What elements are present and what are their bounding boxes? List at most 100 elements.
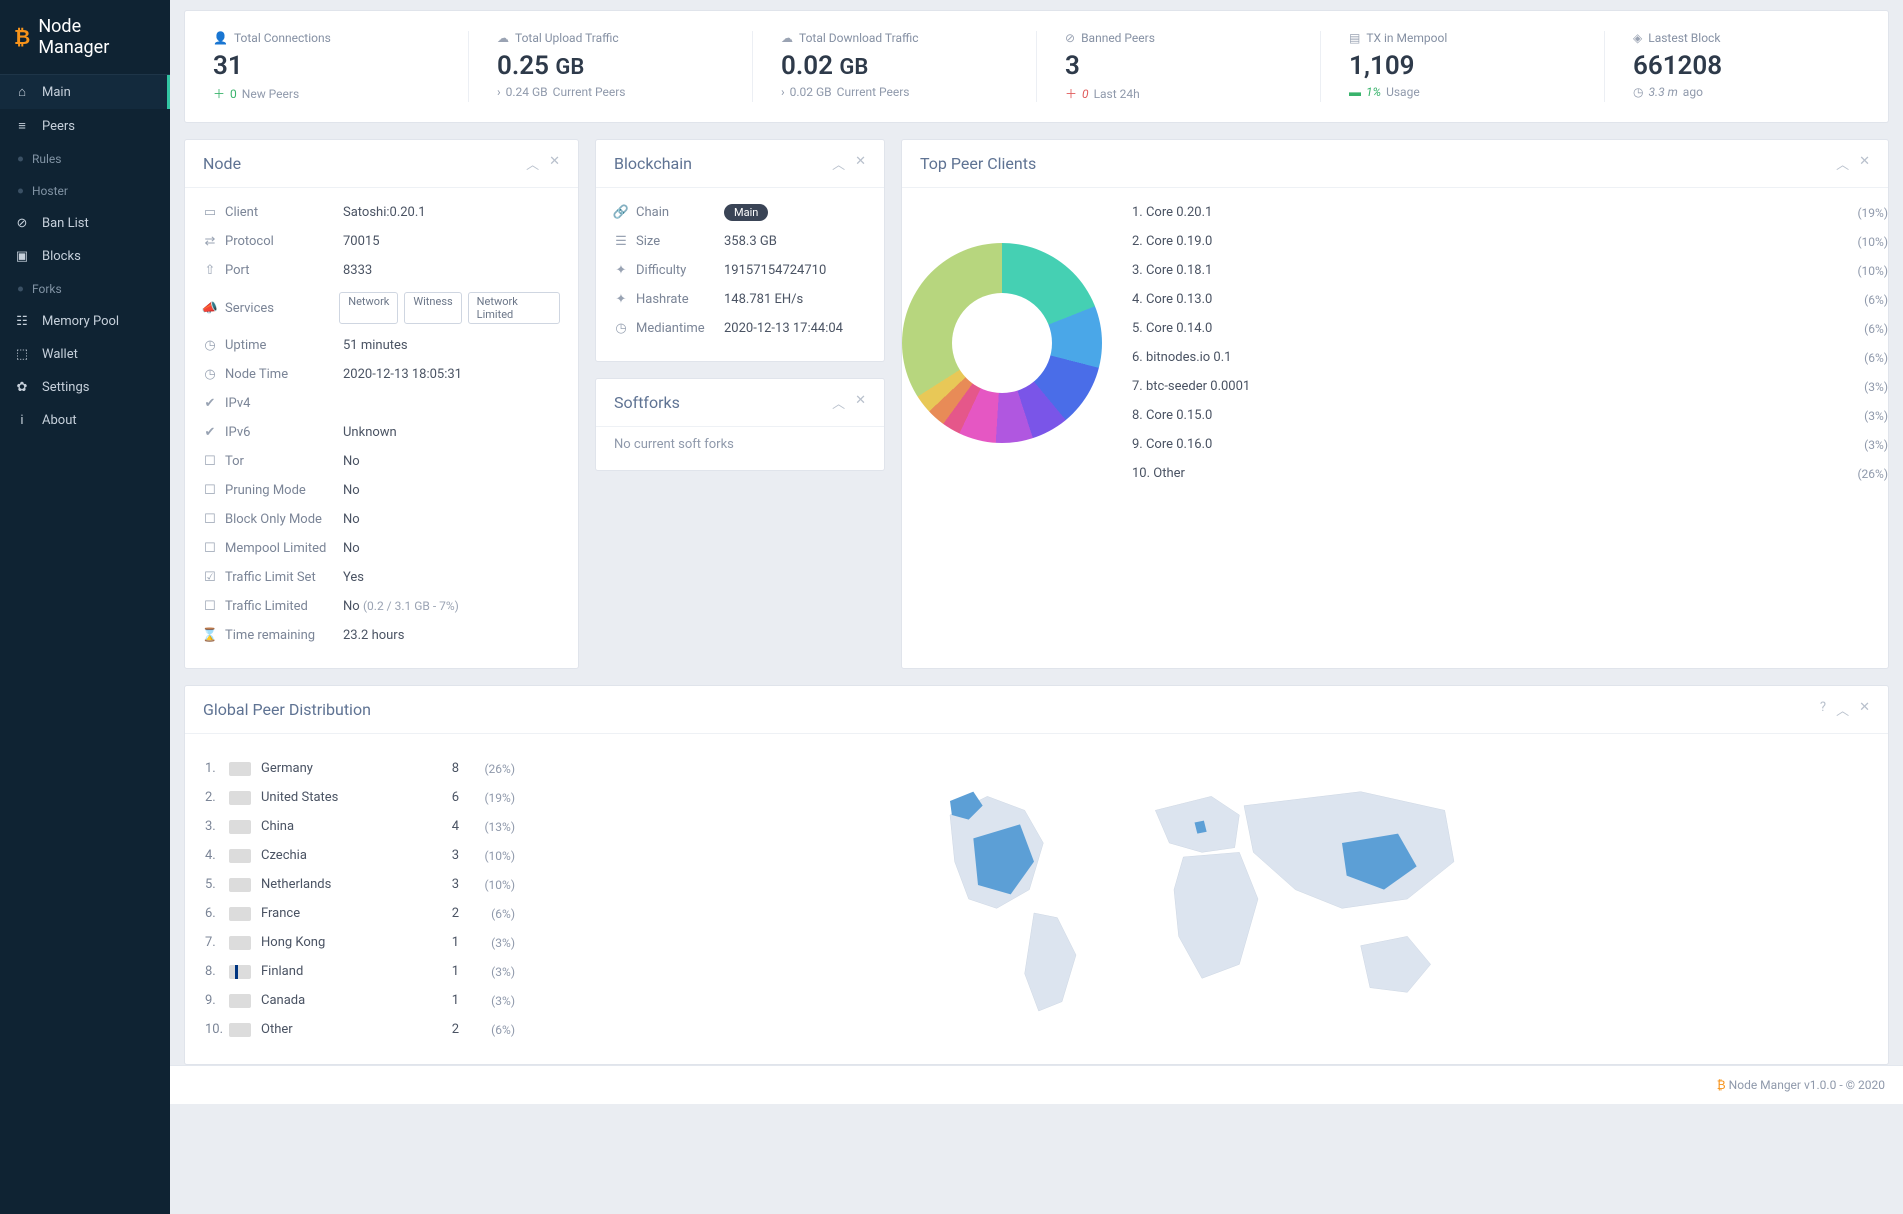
softforks-empty: No current soft forks bbox=[614, 437, 734, 452]
geo-row: 7.Hong Kong1(3%) bbox=[205, 928, 515, 957]
chevron-right-icon: › bbox=[497, 85, 501, 99]
close-icon[interactable]: ✕ bbox=[1859, 700, 1870, 719]
id-icon: ▭ bbox=[203, 205, 217, 220]
square-icon: ☐ bbox=[203, 512, 217, 527]
database-icon: ☷ bbox=[14, 314, 30, 329]
nav-forks[interactable]: Forks bbox=[0, 273, 170, 305]
collapse-icon[interactable]: ︿ bbox=[832, 154, 845, 173]
flag-icon bbox=[229, 878, 251, 892]
geo-row: 9.Canada1(3%) bbox=[205, 986, 515, 1015]
battery-icon: ▬ bbox=[1349, 85, 1361, 99]
clock-icon: ◷ bbox=[203, 338, 217, 353]
flag-icon bbox=[229, 820, 251, 834]
peer-row: 8. Core 0.15.0(3%) bbox=[1132, 401, 1888, 430]
stat-connections: 👤Total Connections 31 ＋0New Peers bbox=[185, 31, 468, 102]
cube-icon: ◈ bbox=[1633, 31, 1642, 45]
wrench-icon: ✦ bbox=[614, 263, 628, 278]
peer-row: 9. Core 0.16.0(3%) bbox=[1132, 430, 1888, 459]
flag-icon bbox=[229, 849, 251, 863]
card-blockchain: Blockchain ︿✕ 🔗ChainMain ☰Size358.3 GB ✦… bbox=[595, 139, 885, 362]
home-icon: ⌂ bbox=[14, 84, 30, 100]
brand: ₿ Node Manager bbox=[0, 0, 170, 74]
check-icon: ✔ bbox=[203, 396, 217, 411]
peer-row: 10. Other(26%) bbox=[1132, 459, 1888, 488]
close-icon[interactable]: ✕ bbox=[1859, 154, 1870, 173]
server-icon: ▤ bbox=[1349, 31, 1360, 45]
close-icon[interactable]: ✕ bbox=[855, 154, 866, 173]
card-top-peers: Top Peer Clients ︿✕ 1. Core 0.20.1(19%)2… bbox=[901, 139, 1889, 669]
bitcoin-icon: ₿ bbox=[14, 25, 30, 50]
bullhorn-icon: 📣 bbox=[203, 301, 217, 316]
peer-row: 2. Core 0.19.0(10%) bbox=[1132, 227, 1888, 256]
wallet-icon: ⬚ bbox=[14, 347, 30, 362]
peer-row: 6. bitnodes.io 0.1(6%) bbox=[1132, 343, 1888, 372]
geo-row: 5.Netherlands3(10%) bbox=[205, 870, 515, 899]
bitcoin-icon: ₿ bbox=[1717, 1078, 1726, 1092]
square-icon: ☐ bbox=[203, 541, 217, 556]
card-softforks: Softforks ︿✕ No current soft forks bbox=[595, 378, 885, 471]
nav-main[interactable]: ⌂Main bbox=[0, 75, 170, 109]
nav-banlist[interactable]: ⊘Ban List bbox=[0, 207, 170, 240]
nav: ⌂Main ≡Peers Rules Hoster ⊘Ban List ▣Blo… bbox=[0, 74, 170, 437]
geo-row: 6.France2(6%) bbox=[205, 899, 515, 928]
clock-icon: ◷ bbox=[203, 367, 217, 382]
flag-icon bbox=[229, 1023, 251, 1037]
collapse-icon[interactable]: ︿ bbox=[832, 393, 845, 412]
cloud-down-icon: ☁ bbox=[781, 31, 793, 45]
badge-network: Network bbox=[339, 292, 398, 324]
close-icon[interactable]: ✕ bbox=[855, 393, 866, 412]
flag-icon bbox=[229, 936, 251, 950]
box-icon: ▣ bbox=[14, 249, 30, 264]
card-geo: Global Peer Distribution ?︿✕ 1.Germany8(… bbox=[184, 685, 1889, 1065]
square-icon: ☐ bbox=[203, 483, 217, 498]
nav-wallet[interactable]: ⬚Wallet bbox=[0, 338, 170, 371]
nav-settings[interactable]: ✿Settings bbox=[0, 371, 170, 404]
collapse-icon[interactable]: ︿ bbox=[526, 154, 539, 173]
badge-witness: Witness bbox=[404, 292, 461, 324]
square-icon: ☐ bbox=[203, 454, 217, 469]
plus-icon: ＋ bbox=[213, 85, 225, 102]
card-title: Node bbox=[203, 154, 241, 173]
content: 👤Total Connections 31 ＋0New Peers ☁Total… bbox=[170, 0, 1903, 1214]
peer-row: 1. Core 0.20.1(19%) bbox=[1132, 198, 1888, 227]
collapse-icon[interactable]: ︿ bbox=[1836, 154, 1849, 173]
brand-title: Node Manager bbox=[38, 16, 156, 58]
nav-about[interactable]: iAbout bbox=[0, 404, 170, 437]
nav-peers[interactable]: ≡Peers bbox=[0, 109, 170, 143]
hdd-icon: ☰ bbox=[614, 234, 628, 249]
exchange-icon: ⇄ bbox=[203, 234, 217, 249]
nav-blocks[interactable]: ▣Blocks bbox=[0, 240, 170, 273]
bolt-icon: ✦ bbox=[614, 292, 628, 307]
stat-banned: ⊘Banned Peers 3 ＋0Last 24h bbox=[1036, 31, 1320, 102]
wifi-icon: ⇧ bbox=[203, 263, 217, 278]
peer-list: 1. Core 0.20.1(19%)2. Core 0.19.0(10%)3.… bbox=[1132, 198, 1888, 488]
card-node: Node ︿✕ ▭ClientSatoshi:0.20.1 ⇄Protocol7… bbox=[184, 139, 579, 669]
peer-row: 5. Core 0.14.0(6%) bbox=[1132, 314, 1888, 343]
hourglass-icon: ⌛ bbox=[203, 628, 217, 643]
nav-hoster[interactable]: Hoster bbox=[0, 175, 170, 207]
gear-icon: ✿ bbox=[14, 380, 30, 395]
world-map bbox=[535, 754, 1868, 1044]
nav-mempool[interactable]: ☷Memory Pool bbox=[0, 305, 170, 338]
donut-chart bbox=[902, 243, 1102, 443]
collapse-icon[interactable]: ︿ bbox=[1836, 700, 1849, 719]
clock-icon: ◷ bbox=[1633, 85, 1643, 99]
peer-row: 3. Core 0.18.1(10%) bbox=[1132, 256, 1888, 285]
info-icon: i bbox=[14, 413, 30, 428]
close-icon[interactable]: ✕ bbox=[549, 154, 560, 173]
help-icon[interactable]: ? bbox=[1820, 700, 1826, 719]
flag-icon bbox=[229, 791, 251, 805]
stat-mempool: ▤TX in Mempool 1,109 ▬1%Usage bbox=[1320, 31, 1604, 102]
flag-icon bbox=[229, 994, 251, 1008]
nav-rules[interactable]: Rules bbox=[0, 143, 170, 175]
ban-icon: ⊘ bbox=[14, 216, 30, 231]
flag-icon bbox=[229, 965, 251, 979]
cloud-up-icon: ☁ bbox=[497, 31, 509, 45]
clock-icon: ◷ bbox=[614, 321, 628, 336]
square-icon: ☐ bbox=[203, 599, 217, 614]
service-badges: Network Witness Network Limited bbox=[339, 292, 560, 324]
check-square-icon: ☑ bbox=[203, 570, 217, 585]
geo-row: 4.Czechia3(10%) bbox=[205, 841, 515, 870]
chain-pill: Main bbox=[724, 204, 768, 221]
geo-row: 2.United States6(19%) bbox=[205, 783, 515, 812]
